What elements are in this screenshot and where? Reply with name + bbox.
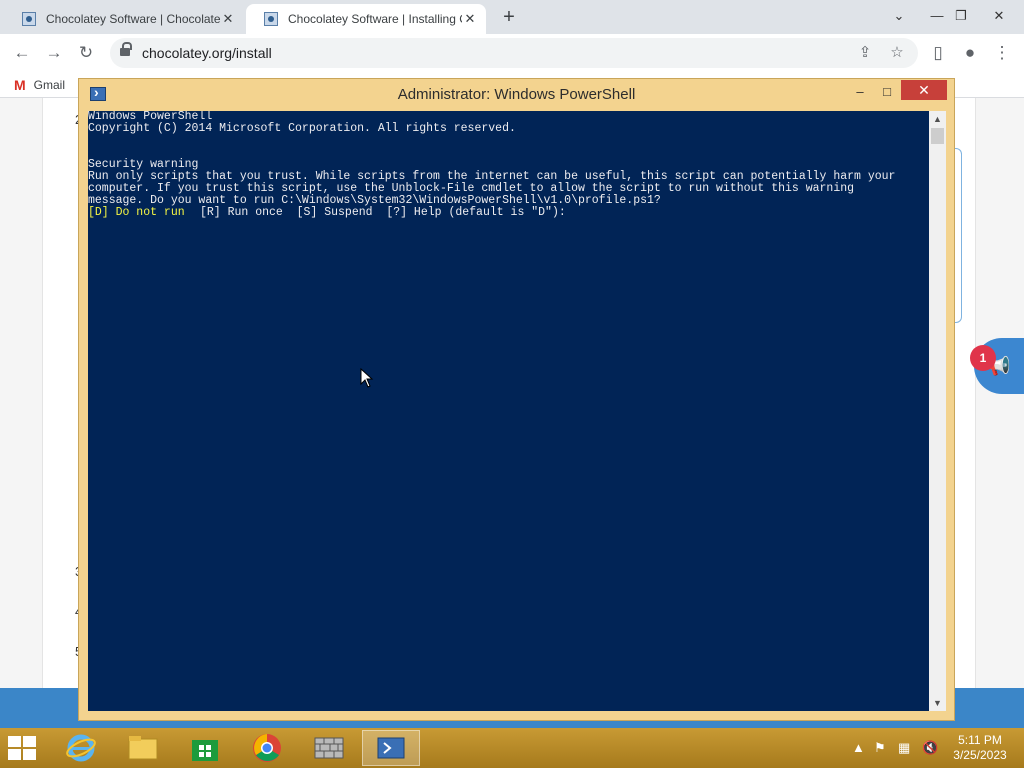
url-text[interactable]: chocolatey.org/install	[142, 45, 272, 61]
browser-toolbar: ← → ↻ chocolatey.org/install ⇪ ☆ ▯ ● ⋮	[0, 34, 1024, 72]
internet-explorer-icon[interactable]	[52, 730, 110, 766]
tab-strip: Chocolatey Software | Chocolatey ✕ Choco…	[0, 0, 1024, 34]
address-bar[interactable]: chocolatey.org/install ⇪ ☆	[110, 38, 918, 68]
tab-chocolatey-2[interactable]: Chocolatey Software | Installing C ✕	[246, 4, 486, 34]
scroll-down-icon[interactable]: ▼	[929, 695, 946, 711]
tab-close-icon[interactable]: ✕	[462, 11, 478, 27]
windows-start-icon[interactable]	[8, 736, 38, 760]
taskbar: ▲ ⚑ ▦ 🔇 5:11 PM 3/25/2023	[0, 728, 1024, 768]
side-panel-icon[interactable]: ▯	[926, 41, 950, 65]
window-title: Administrator: Windows PowerShell	[397, 86, 636, 103]
file-explorer-icon[interactable]	[114, 730, 172, 766]
store-icon[interactable]	[176, 730, 234, 766]
profile-icon[interactable]: ●	[958, 41, 982, 65]
prompt-options: [R] Run once [S] Suspend [?] Help (defau…	[200, 206, 566, 219]
restore-icon[interactable]: ❐	[944, 2, 978, 30]
show-hidden-icons-icon[interactable]: ▲	[852, 740, 865, 755]
clock-date: 3/25/2023	[953, 748, 1007, 762]
bookmark-label: Gmail	[33, 78, 66, 92]
volume-muted-icon[interactable]: 🔇	[922, 740, 938, 756]
menu-kebab-icon[interactable]: ⋮	[990, 41, 1014, 65]
close-icon[interactable]: ✕	[901, 80, 947, 100]
system-clock[interactable]: 5:11 PM 3/25/2023	[950, 733, 1010, 763]
minimize-icon[interactable]: ‒	[847, 81, 873, 103]
chocolatey-favicon-icon	[22, 12, 36, 26]
network-icon[interactable]: ▦	[898, 740, 910, 756]
tab-title: Chocolatey Software | Chocolatey	[46, 12, 220, 26]
powershell-titlebar[interactable]: Administrator: Windows PowerShell ‒ □ ✕	[79, 79, 954, 111]
prompt-default-choice: [D] Do not run	[88, 206, 199, 219]
scroll-thumb[interactable]	[931, 128, 944, 144]
powershell-window[interactable]: Administrator: Windows PowerShell ‒ □ ✕ …	[78, 78, 955, 721]
forward-icon[interactable]: →	[42, 41, 66, 65]
console-scrollbar[interactable]: ▲ ▼	[929, 111, 946, 711]
new-tab-button[interactable]: +	[498, 6, 520, 28]
chrome-icon[interactable]	[238, 730, 296, 766]
bookmark-star-icon[interactable]: ☆	[888, 44, 906, 62]
tab-title: Chocolatey Software | Installing C	[288, 12, 462, 26]
tab-search-icon[interactable]: ⌄	[882, 2, 916, 30]
firewall-icon[interactable]	[300, 730, 358, 766]
back-icon[interactable]: ←	[10, 41, 34, 65]
console-output[interactable]: Windows PowerShell Copyright (C) 2014 Mi…	[88, 111, 929, 711]
tab-chocolatey-1[interactable]: Chocolatey Software | Chocolatey ✕	[4, 4, 244, 34]
console-line: Copyright (C) 2014 Microsoft Corporation…	[88, 122, 516, 135]
gmail-icon: M	[14, 77, 26, 93]
chocolatey-favicon-icon	[264, 12, 278, 26]
reload-icon[interactable]: ↻	[74, 41, 98, 65]
clock-time: 5:11 PM	[958, 733, 1002, 747]
notification-badge: 1	[970, 345, 996, 371]
mouse-pointer-icon	[360, 368, 374, 388]
close-window-icon[interactable]: ✕	[982, 2, 1016, 30]
action-center-flag-icon[interactable]: ⚑	[874, 740, 886, 756]
lock-icon[interactable]	[120, 42, 132, 58]
maximize-icon[interactable]: □	[874, 81, 900, 103]
tab-close-icon[interactable]: ✕	[220, 11, 236, 27]
share-icon[interactable]: ⇪	[856, 44, 874, 62]
bookmark-gmail[interactable]: M Gmail	[14, 77, 65, 93]
powershell-taskbar-icon[interactable]	[362, 730, 420, 766]
scroll-up-icon[interactable]: ▲	[929, 111, 946, 127]
